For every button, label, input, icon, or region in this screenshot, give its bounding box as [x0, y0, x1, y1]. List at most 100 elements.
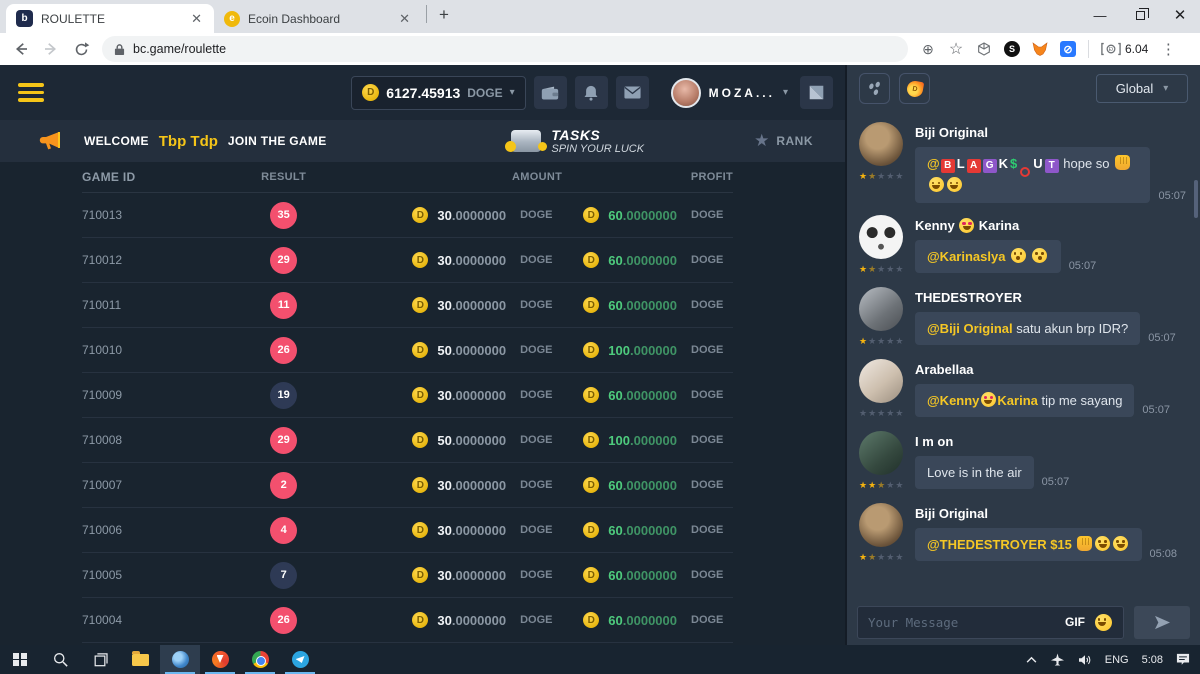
volume-icon[interactable] [1078, 654, 1092, 666]
site-navbar: D 6127.45913 DOGE ▾ [0, 65, 845, 120]
browser-titlebar: b ROULETTE ✕ e Ecoin Dashboard ✕ + — ✕ [0, 0, 1200, 33]
message-input[interactable] [868, 615, 1057, 630]
amount-value: 30.0000000 [437, 568, 506, 583]
star-icon: ★ [859, 552, 868, 562]
send-button[interactable] [1134, 606, 1190, 639]
taskbar-browser-active[interactable] [160, 645, 200, 674]
chat-scrollbar[interactable] [1194, 180, 1198, 218]
star-icon: ★ [886, 336, 895, 346]
profit-value: 60.0000000 [608, 388, 677, 403]
gif-button[interactable]: GIF [1065, 615, 1085, 629]
file-explorer-button[interactable] [120, 645, 160, 674]
restore-button[interactable] [1120, 0, 1160, 30]
message-bubble: @THEDESTROYER $15 [915, 528, 1142, 562]
action-center-icon[interactable] [1176, 653, 1190, 666]
language-indicator[interactable]: ENG [1105, 654, 1129, 666]
coin-drop-button[interactable]: D [899, 73, 930, 104]
kiss-emoji-icon [1032, 248, 1047, 263]
browser-menu-icon[interactable]: ⋮ [1156, 37, 1180, 61]
taskbar-clock[interactable]: 5:08 [1142, 654, 1163, 666]
table-row[interactable]: 71000426D30.0000000DOGED60.0000000DOGE [82, 598, 733, 643]
tasks-widget[interactable]: TASKS SPIN YOUR LUCK [511, 127, 644, 155]
tab-ecoin-dashboard[interactable]: e Ecoin Dashboard ✕ [214, 4, 422, 33]
table-row[interactable]: 7100064D30.0000000DOGED60.0000000DOGE [82, 508, 733, 553]
table-row[interactable]: 71001229D30.0000000DOGED60.0000000DOGE [82, 238, 733, 283]
new-tab-button[interactable]: + [431, 5, 461, 29]
avatar[interactable] [859, 122, 903, 166]
profit-value: 60.0000000 [608, 613, 677, 628]
table-row[interactable]: 71001026D50.0000000DOGED100.000000DOGE [82, 328, 733, 373]
forward-button[interactable] [38, 36, 64, 62]
chat-messages[interactable]: ★★★★★Biji Original@BLAGK$OUT hope so 05:… [847, 112, 1200, 599]
amount-value: 30.0000000 [437, 298, 506, 313]
rain-button[interactable] [859, 73, 890, 104]
browser-toolbar: bc.game/roulette ⊕ ☆ S ⊘ Đ 6.04 ⋮ [0, 33, 1200, 65]
price-ticker-extension[interactable]: Đ 6.04 [1097, 42, 1152, 56]
table-row[interactable]: 71000829D50.0000000DOGED100.000000DOGE [82, 418, 733, 463]
close-tab-icon[interactable]: ✕ [397, 11, 412, 27]
taskbar-search-button[interactable] [40, 645, 80, 674]
table-row[interactable]: 7100072D30.0000000DOGED60.0000000DOGE [82, 463, 733, 508]
amount-currency: DOGE [520, 254, 562, 266]
user-rating: ★★★★★ [859, 480, 904, 491]
tray-chevron-up-icon[interactable] [1026, 656, 1037, 663]
notifications-button[interactable] [575, 76, 608, 109]
close-window-button[interactable]: ✕ [1160, 0, 1200, 30]
tasks-title: TASKS [551, 127, 644, 143]
result-chip: 26 [270, 337, 297, 364]
amount-value: 30.0000000 [437, 253, 506, 268]
emoji-picker-icon[interactable] [1095, 614, 1112, 631]
tab-roulette[interactable]: b ROULETTE ✕ [6, 4, 214, 33]
system-tray: ENG 5:08 [1026, 653, 1200, 666]
messages-button[interactable] [616, 76, 649, 109]
star-icon: ★ [868, 171, 877, 181]
chat-toggle-button[interactable] [800, 76, 833, 109]
avatar[interactable] [859, 503, 903, 547]
menu-hamburger-icon[interactable] [18, 83, 44, 102]
extension-cube-icon[interactable] [972, 37, 996, 61]
back-button[interactable] [8, 36, 34, 62]
url-bar[interactable]: bc.game/roulette [102, 36, 908, 62]
table-row[interactable]: 7100057D30.0000000DOGED60.0000000DOGE [82, 553, 733, 598]
laugh-emoji-icon [1095, 536, 1110, 551]
rank-label: RANK [776, 134, 813, 148]
metamask-fox-icon[interactable] [1028, 37, 1052, 61]
profit-value: 60.0000000 [608, 523, 677, 538]
avatar[interactable] [859, 287, 903, 331]
reload-button[interactable] [68, 36, 94, 62]
taskbar-telegram[interactable] [280, 645, 320, 674]
airplane-mode-icon[interactable] [1050, 653, 1065, 666]
profit-currency: DOGE [691, 569, 733, 581]
extension-s-icon[interactable]: S [1000, 37, 1024, 61]
user-menu[interactable]: MOZA... ▾ [671, 78, 788, 108]
table-row[interactable]: 71001335D30.0000000DOGED60.0000000DOGE [82, 193, 733, 238]
rank-widget[interactable]: ★ RANK [754, 131, 813, 151]
table-row[interactable]: 71000919D30.0000000DOGED60.0000000DOGE [82, 373, 733, 418]
close-tab-icon[interactable]: ✕ [189, 11, 204, 27]
bookmark-star-icon[interactable]: ☆ [944, 37, 968, 61]
chat-channel-select[interactable]: Global ▾ [1096, 74, 1188, 103]
minimize-button[interactable]: — [1080, 0, 1120, 30]
star-icon: ★ [859, 480, 868, 490]
chat-message: ★★★★★Biji Original@THEDESTROYER $15 05:0… [847, 493, 1200, 565]
avatar[interactable] [859, 431, 903, 475]
doge-coin-icon: D [412, 387, 428, 403]
task-view-button[interactable] [80, 645, 120, 674]
tab-title: ROULETTE [41, 12, 181, 26]
balance-selector[interactable]: D 6127.45913 DOGE ▾ [351, 76, 525, 110]
profit-cell: D60.0000000DOGE [562, 522, 733, 538]
blocker-extension-icon[interactable]: ⊘ [1056, 37, 1080, 61]
wallet-button[interactable] [534, 76, 567, 109]
chat-panel-icon [808, 84, 825, 101]
avatar[interactable] [859, 359, 903, 403]
doge-coin-icon: D [412, 297, 428, 313]
taskbar-chrome[interactable] [240, 645, 280, 674]
taskbar-brave[interactable] [200, 645, 240, 674]
zoom-page-icon[interactable]: ⊕ [916, 37, 940, 61]
message-time: 05:07 [1158, 190, 1186, 203]
avatar[interactable] [859, 215, 903, 259]
table-row[interactable]: 71001111D30.0000000DOGED60.0000000DOGE [82, 283, 733, 328]
profit-currency: DOGE [691, 299, 733, 311]
game-id: 710009 [82, 388, 226, 402]
start-button[interactable] [0, 645, 40, 674]
